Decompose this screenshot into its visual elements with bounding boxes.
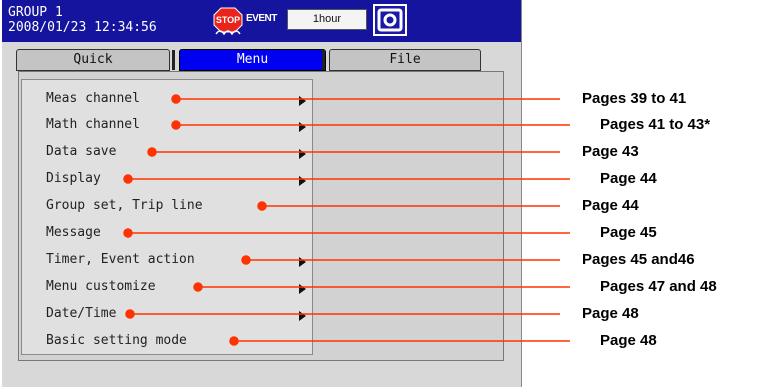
page-reference: Page 44	[582, 197, 639, 214]
page-reference: Pages 39 to 41	[582, 90, 687, 107]
callout-dot	[147, 147, 157, 157]
callout-dot	[229, 336, 239, 346]
callout-dot	[257, 201, 267, 211]
callout-dot	[171, 120, 181, 130]
callout-dot	[123, 228, 133, 238]
callout-dot	[123, 174, 133, 184]
callout-dot	[171, 94, 181, 104]
callout-dot	[241, 255, 251, 265]
callout-dot	[193, 282, 203, 292]
page-reference: Page 44	[600, 170, 657, 187]
page-reference: Page 45	[600, 224, 657, 241]
callout-lines	[123, 94, 570, 346]
callout-dot	[125, 309, 135, 319]
page-reference: Page 48	[582, 305, 639, 322]
page-reference: Pages 41 to 43*	[600, 116, 711, 133]
page-reference: Pages 45 and46	[582, 251, 695, 268]
page-reference: Page 43	[582, 143, 639, 160]
page-reference: Pages 47 and 48	[600, 278, 717, 295]
page-reference: Page 48	[600, 332, 657, 349]
